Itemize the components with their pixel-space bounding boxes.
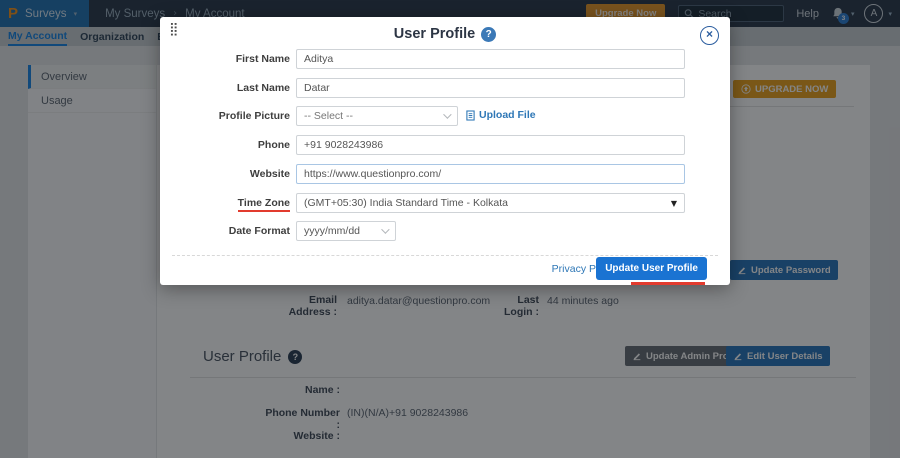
time-zone-label-text: Time Zone [238,197,290,212]
caret-down-icon: ▼ [671,199,677,208]
first-name-label: First Name [160,49,290,69]
profile-picture-select[interactable]: -- Select -- [296,106,458,126]
date-format-row: Date Format yyyy/mm/dd [160,221,730,241]
last-name-field[interactable] [296,78,685,98]
profile-picture-row: Profile Picture -- Select -- Upload File [160,106,730,126]
chevron-down-icon [443,110,451,118]
file-icon [466,110,475,121]
close-icon[interactable]: × [700,26,719,45]
time-zone-label: Time Zone [160,193,290,213]
footer-divider [172,255,718,256]
time-zone-selected-value: (GMT+05:30) India Standard Time - Kolkat… [304,197,508,209]
website-label: Website [160,164,290,184]
modal-title: User Profile [394,26,475,42]
phone-row: Phone [160,135,730,155]
red-annotation-underline [631,282,705,285]
chevron-down-icon [381,225,389,233]
upload-file-link[interactable]: Upload File [466,109,536,121]
time-zone-row: Time Zone (GMT+05:30) India Standard Tim… [160,193,730,213]
last-name-row: Last Name [160,78,730,98]
update-user-profile-button[interactable]: Update User Profile [596,257,707,280]
app-window: P Surveys ▾ My Surveys › My Account Upgr… [0,0,900,458]
date-format-select[interactable]: yyyy/mm/dd [296,221,396,241]
modal-header: User Profile ? [160,26,730,42]
date-format-label: Date Format [160,221,290,241]
website-row: Website [160,164,730,184]
last-name-label: Last Name [160,78,290,98]
profile-picture-label: Profile Picture [160,106,290,126]
user-profile-modal: ⣿ User Profile ? × First Name Last Name … [160,17,730,285]
upload-file-label: Upload File [479,109,536,121]
phone-label: Phone [160,135,290,155]
help-icon[interactable]: ? [481,27,496,42]
profile-picture-selected-value: -- Select -- [304,110,353,122]
first-name-field[interactable] [296,49,685,69]
time-zone-select[interactable]: (GMT+05:30) India Standard Time - Kolkat… [296,193,685,213]
website-field[interactable] [296,164,685,184]
first-name-row: First Name [160,49,730,69]
date-format-selected-value: yyyy/mm/dd [304,225,360,237]
phone-field[interactable] [296,135,685,155]
